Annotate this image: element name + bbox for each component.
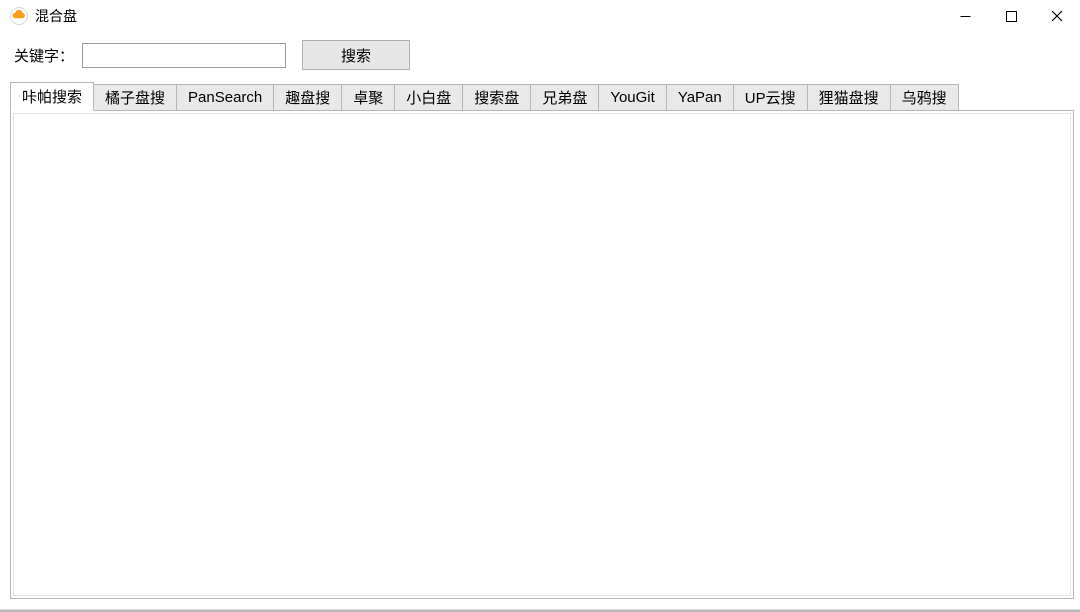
window-controls [942, 0, 1080, 32]
tabstrip: 咔帕搜索 橘子盘搜 PanSearch 趣盘搜 卓聚 小白盘 搜索盘 兄弟盘 YouGit YaP… [10, 82, 1074, 111]
keyword-label: 关键字： [14, 45, 74, 66]
window-title: 混合盘 [35, 6, 77, 26]
app-icon [10, 7, 28, 25]
search-button[interactable]: 搜索 [302, 40, 410, 70]
tab-10[interactable]: UP云搜 [733, 84, 808, 110]
tab-2[interactable]: PanSearch [176, 84, 274, 110]
tab-label: YouGit [610, 89, 654, 106]
tab-label: 小白盘 [406, 87, 451, 108]
tab-8[interactable]: YouGit [598, 84, 666, 110]
tab-11[interactable]: 狸猫盘搜 [807, 84, 891, 110]
tab-label: YaPan [678, 89, 722, 106]
tab-label: 兄弟盘 [542, 87, 587, 108]
tab-4[interactable]: 卓聚 [341, 84, 395, 110]
tab-7[interactable]: 兄弟盘 [530, 84, 599, 110]
keyword-input[interactable] [82, 43, 286, 68]
tab-9[interactable]: YaPan [666, 84, 734, 110]
tab-label: 乌鸦搜 [902, 87, 947, 108]
maximize-button[interactable] [988, 0, 1034, 32]
close-button[interactable] [1034, 0, 1080, 32]
tab-5[interactable]: 小白盘 [394, 84, 463, 110]
search-row: 关键字： 搜索 [0, 32, 1080, 78]
tab-label: 橘子盘搜 [105, 87, 165, 108]
tabs-container: 咔帕搜索 橘子盘搜 PanSearch 趣盘搜 卓聚 小白盘 搜索盘 兄弟盘 YouGit YaP… [10, 82, 1074, 599]
titlebar: 混合盘 [0, 0, 1080, 32]
tab-panel-content [13, 113, 1071, 596]
tab-1[interactable]: 橘子盘搜 [93, 84, 177, 110]
tab-label: 趣盘搜 [285, 87, 330, 108]
tab-12[interactable]: 乌鸦搜 [890, 84, 959, 110]
tab-label: 卓聚 [353, 87, 383, 108]
minimize-button[interactable] [942, 0, 988, 32]
titlebar-left: 混合盘 [10, 6, 77, 26]
tab-3[interactable]: 趣盘搜 [273, 84, 342, 110]
tab-label: 狸猫盘搜 [819, 87, 879, 108]
tab-label: UP云搜 [745, 87, 796, 108]
tab-label: 搜索盘 [474, 87, 519, 108]
tab-label: 咔帕搜索 [22, 86, 82, 107]
tab-6[interactable]: 搜索盘 [462, 84, 531, 110]
tab-label: PanSearch [188, 89, 262, 106]
tab-0[interactable]: 咔帕搜索 [10, 82, 94, 111]
tab-panel [10, 111, 1074, 599]
